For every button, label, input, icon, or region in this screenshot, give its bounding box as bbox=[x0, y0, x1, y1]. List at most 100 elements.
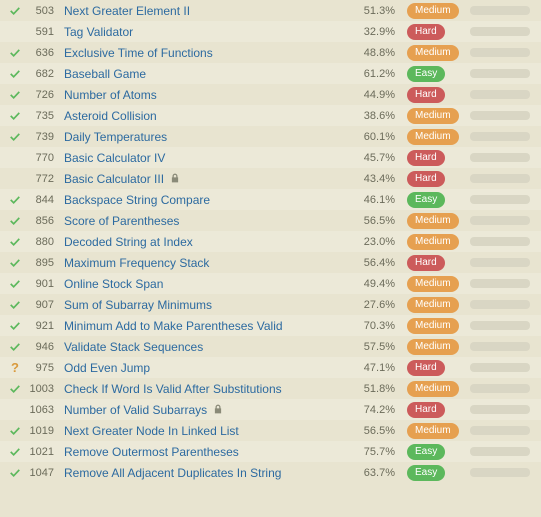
status-cell bbox=[6, 5, 24, 17]
problem-title: Minimum Add to Make Parentheses Valid bbox=[64, 319, 283, 333]
problem-title-link[interactable]: Basic Calculator III bbox=[64, 172, 352, 186]
table-row: 856Score of Parentheses56.5%Medium bbox=[0, 210, 541, 231]
check-icon bbox=[9, 47, 21, 59]
difficulty-pill: Medium bbox=[407, 129, 459, 145]
problem-title: Maximum Frequency Stack bbox=[64, 256, 209, 270]
difficulty-cell: Hard bbox=[407, 24, 465, 40]
table-row: 946Validate Stack Sequences57.5%Medium bbox=[0, 336, 541, 357]
table-row: 880Decoded String at Index23.0%Medium bbox=[0, 231, 541, 252]
check-icon bbox=[9, 89, 21, 101]
status-cell bbox=[6, 278, 24, 290]
acceptance-rate: 46.1% bbox=[352, 194, 407, 206]
check-icon bbox=[9, 299, 21, 311]
problem-title-link[interactable]: Daily Temperatures bbox=[64, 130, 352, 144]
acceptance-rate: 51.3% bbox=[352, 5, 407, 17]
frequency-bar bbox=[470, 132, 530, 141]
frequency-bar bbox=[470, 153, 530, 162]
problem-title: Odd Even Jump bbox=[64, 361, 150, 375]
frequency-bar bbox=[470, 405, 530, 414]
frequency-bar bbox=[470, 69, 530, 78]
problem-title: Next Greater Element II bbox=[64, 4, 190, 18]
difficulty-cell: Medium bbox=[407, 423, 465, 439]
problem-title-link[interactable]: Basic Calculator IV bbox=[64, 151, 352, 165]
status-cell bbox=[6, 236, 24, 248]
difficulty-cell: Easy bbox=[407, 192, 465, 208]
table-row: 739Daily Temperatures60.1%Medium bbox=[0, 126, 541, 147]
problem-title-link[interactable]: Next Greater Node In Linked List bbox=[64, 424, 352, 438]
problem-title-link[interactable]: Exclusive Time of Functions bbox=[64, 46, 352, 60]
problem-title-link[interactable]: Maximum Frequency Stack bbox=[64, 256, 352, 270]
check-icon bbox=[9, 425, 21, 437]
problem-title-link[interactable]: Minimum Add to Make Parentheses Valid bbox=[64, 319, 352, 333]
problem-number: 907 bbox=[24, 299, 64, 311]
frequency-cell bbox=[465, 468, 535, 477]
problem-title-link[interactable]: Number of Atoms bbox=[64, 88, 352, 102]
frequency-bar bbox=[470, 321, 530, 330]
table-row: 1047Remove All Adjacent Duplicates In St… bbox=[0, 462, 541, 483]
problem-title-link[interactable]: Number of Valid Subarrays bbox=[64, 403, 352, 417]
problem-table: 503Next Greater Element II51.3%Medium591… bbox=[0, 0, 541, 483]
problem-title-link[interactable]: Next Greater Element II bbox=[64, 4, 352, 18]
problem-title-link[interactable]: Online Stock Span bbox=[64, 277, 352, 291]
table-row: 591Tag Validator32.9%Hard bbox=[0, 21, 541, 42]
problem-title: Basic Calculator III bbox=[64, 172, 164, 186]
problem-number: 636 bbox=[24, 47, 64, 59]
problem-title-link[interactable]: Asteroid Collision bbox=[64, 109, 352, 123]
frequency-bar bbox=[470, 6, 530, 15]
problem-title-link[interactable]: Decoded String at Index bbox=[64, 235, 352, 249]
acceptance-rate: 44.9% bbox=[352, 89, 407, 101]
acceptance-rate: 43.4% bbox=[352, 173, 407, 185]
difficulty-cell: Hard bbox=[407, 255, 465, 271]
problem-title-link[interactable]: Baseball Game bbox=[64, 67, 352, 81]
table-row: 844Backspace String Compare46.1%Easy bbox=[0, 189, 541, 210]
difficulty-cell: Easy bbox=[407, 66, 465, 82]
acceptance-rate: 63.7% bbox=[352, 467, 407, 479]
difficulty-pill: Medium bbox=[407, 276, 459, 292]
problem-title-link[interactable]: Remove Outermost Parentheses bbox=[64, 445, 352, 459]
difficulty-cell: Medium bbox=[407, 3, 465, 19]
difficulty-cell: Hard bbox=[407, 87, 465, 103]
table-row: 1019Next Greater Node In Linked List56.5… bbox=[0, 420, 541, 441]
problem-title-link[interactable]: Backspace String Compare bbox=[64, 193, 352, 207]
problem-title-link[interactable]: Validate Stack Sequences bbox=[64, 340, 352, 354]
table-row: 503Next Greater Element II51.3%Medium bbox=[0, 0, 541, 21]
difficulty-cell: Medium bbox=[407, 339, 465, 355]
problem-number: 1019 bbox=[24, 425, 64, 437]
acceptance-rate: 32.9% bbox=[352, 26, 407, 38]
acceptance-rate: 27.6% bbox=[352, 299, 407, 311]
acceptance-rate: 56.5% bbox=[352, 425, 407, 437]
problem-number: 726 bbox=[24, 89, 64, 101]
frequency-bar bbox=[470, 48, 530, 57]
difficulty-cell: Medium bbox=[407, 297, 465, 313]
frequency-cell bbox=[465, 342, 535, 351]
acceptance-rate: 38.6% bbox=[352, 110, 407, 122]
status-cell bbox=[6, 110, 24, 122]
check-icon bbox=[9, 467, 21, 479]
status-cell bbox=[6, 467, 24, 479]
problem-title-link[interactable]: Check If Word Is Valid After Substitutio… bbox=[64, 382, 352, 396]
frequency-cell bbox=[465, 153, 535, 162]
acceptance-rate: 56.5% bbox=[352, 215, 407, 227]
problem-title: Score of Parentheses bbox=[64, 214, 179, 228]
lock-icon bbox=[213, 404, 223, 414]
problem-title: Baseball Game bbox=[64, 67, 146, 81]
frequency-bar bbox=[470, 174, 530, 183]
problem-title-link[interactable]: Sum of Subarray Minimums bbox=[64, 298, 352, 312]
status-cell bbox=[6, 446, 24, 458]
frequency-bar bbox=[470, 216, 530, 225]
table-row: 726Number of Atoms44.9%Hard bbox=[0, 84, 541, 105]
problem-number: 770 bbox=[24, 152, 64, 164]
problem-title-link[interactable]: Odd Even Jump bbox=[64, 361, 352, 375]
lock-icon bbox=[170, 173, 180, 183]
status-cell bbox=[6, 68, 24, 80]
problem-title: Online Stock Span bbox=[64, 277, 163, 291]
problem-title-link[interactable]: Score of Parentheses bbox=[64, 214, 352, 228]
problem-title-link[interactable]: Tag Validator bbox=[64, 25, 352, 39]
problem-title-link[interactable]: Remove All Adjacent Duplicates In String bbox=[64, 466, 352, 480]
problem-number: 975 bbox=[24, 362, 64, 374]
acceptance-rate: 61.2% bbox=[352, 68, 407, 80]
frequency-cell bbox=[465, 321, 535, 330]
frequency-bar bbox=[470, 237, 530, 246]
acceptance-rate: 49.4% bbox=[352, 278, 407, 290]
problem-number: 880 bbox=[24, 236, 64, 248]
